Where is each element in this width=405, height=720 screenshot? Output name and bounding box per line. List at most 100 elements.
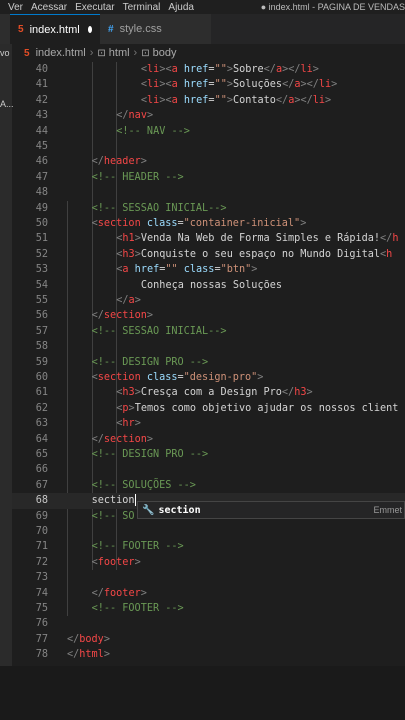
code-token: "btn" xyxy=(220,264,252,276)
line-number: 49 xyxy=(35,202,48,214)
menu-item-ver[interactable]: Ver xyxy=(8,2,23,13)
code-line[interactable]: 61 <h3>Cresça com a Design Pro</h3> xyxy=(12,385,405,400)
code-line[interactable]: 52 <h3>Conquiste o seu espaço no Mundo Di… xyxy=(12,247,405,262)
code-line[interactable]: 48 xyxy=(12,185,405,200)
code-line[interactable]: 62 <p>Temos como objetivo ajudar os nosso… xyxy=(12,401,405,416)
code-line[interactable]: 64 </section> xyxy=(12,432,405,447)
code-line[interactable]: 50 <section class="container-inicial"> xyxy=(12,216,405,231)
code-line[interactable]: 76 xyxy=(12,616,405,631)
code-token: footer xyxy=(103,587,141,599)
code-token: > xyxy=(134,556,141,568)
code-line[interactable]: 57 <!-- SESSAO INICIAL--> xyxy=(12,324,405,339)
line-number: 57 xyxy=(35,325,48,337)
breadcrumb-body[interactable]: body xyxy=(153,47,177,59)
code-line[interactable]: 42 <li><a href="">Contato</a></li> xyxy=(12,93,405,108)
code-line[interactable]: 66 xyxy=(12,462,405,477)
line-number: 44 xyxy=(35,125,48,137)
code-line[interactable]: 73 xyxy=(12,570,405,585)
code-line[interactable]: 72 <footer> xyxy=(12,555,405,570)
code-line[interactable]: 44 <!-- NAV --> xyxy=(12,124,405,139)
menu-item-acessar[interactable]: Acessar xyxy=(31,2,67,13)
code-token: Conheça nossas Soluções xyxy=(140,279,282,291)
code-token: > xyxy=(300,218,307,229)
menu-item-executar[interactable]: Executar xyxy=(75,2,114,13)
tag-icon: ⊡ xyxy=(141,47,150,59)
suggestion-label[interactable]: section xyxy=(158,505,200,516)
code-line[interactable]: 71 <!-- FOOTER --> xyxy=(12,539,405,554)
code-line[interactable]: 43 </nav> xyxy=(12,108,405,123)
code-line[interactable]: 40 <li><a href="">Sobre</a></li> xyxy=(12,62,405,77)
tab-label: style.css xyxy=(119,23,162,35)
code-token: Temos como objetivo ajudar os nossos cli… xyxy=(134,402,399,414)
breadcrumb-file[interactable]: index.html xyxy=(36,47,86,59)
code-token: </ xyxy=(67,633,80,645)
code-token: class xyxy=(140,372,178,383)
code-line[interactable]: 74 </footer> xyxy=(12,586,405,601)
line-number: 50 xyxy=(35,218,48,229)
code-line[interactable]: 59 <!-- DESIGN PRO --> xyxy=(12,355,405,370)
menu-item-terminal[interactable]: Terminal xyxy=(123,2,161,13)
menu-item-ajuda[interactable]: Ajuda xyxy=(168,2,194,13)
code-token: </ xyxy=(116,110,129,122)
code-token: > xyxy=(325,94,332,106)
code-line[interactable]: 78 </html> xyxy=(12,647,405,662)
line-number: 66 xyxy=(35,464,48,476)
chevron-right-icon: › xyxy=(133,47,138,59)
tab-index-html[interactable]: 5 index.html xyxy=(10,14,100,44)
line-number: 47 xyxy=(35,171,48,183)
code-token: li xyxy=(147,64,160,75)
code-line[interactable]: 75 <!-- FOOTER --> xyxy=(12,601,405,616)
code-line[interactable]: 46 </header> xyxy=(12,154,405,169)
code-text: <li><a href="">Soluções</a></li> xyxy=(141,77,337,92)
code-text: <h3>Conquiste o seu espaço no Mundo Digi… xyxy=(116,247,392,262)
menu-bar: Ver Acessar Executar Terminal Ajuda ● in… xyxy=(0,0,405,14)
code-token: "" xyxy=(214,94,227,106)
code-line[interactable]: 70 xyxy=(12,524,405,539)
tab-style-css[interactable]: # style.css xyxy=(100,14,211,44)
code-editor[interactable]: 40 <li><a href="">Sobre</a></li> 41 <li><a … xyxy=(12,62,405,666)
code-token: > xyxy=(140,156,147,168)
code-line[interactable]: 55 </a> xyxy=(12,293,405,308)
emmet-suggestion-popup[interactable]: 🔧 section Emmet xyxy=(137,501,405,519)
code-token: <!-- SESSAO INICIAL--> xyxy=(91,202,227,214)
code-text: </html> xyxy=(67,647,110,662)
code-line[interactable]: 45 xyxy=(12,139,405,154)
breadcrumb-html[interactable]: html xyxy=(109,47,130,59)
line-number: 55 xyxy=(35,295,48,306)
tab-overflow[interactable] xyxy=(0,14,10,44)
code-text: <!-- FOOTER --> xyxy=(92,539,184,554)
code-token: h xyxy=(392,233,399,245)
code-line[interactable]: 58 xyxy=(12,339,405,354)
code-line[interactable]: 47 <!-- HEADER --> xyxy=(12,170,405,185)
code-token: body xyxy=(79,633,104,645)
code-line[interactable]: 53 <a href="" class="btn"> xyxy=(12,262,405,277)
code-line[interactable]: 41 <li><a href="">Soluções</a></li> xyxy=(12,77,405,92)
html5-icon: 5 xyxy=(24,47,30,59)
code-line[interactable]: 67 <!-- SOLUÇÕES --> xyxy=(12,478,405,493)
code-line[interactable]: 77 </body> xyxy=(12,632,405,647)
line-number: 60 xyxy=(35,372,48,383)
code-line[interactable]: 49 <!-- SESSAO INICIAL--> xyxy=(12,201,405,216)
line-number: 78 xyxy=(35,649,48,661)
code-line[interactable]: 54 Conheça nossas Soluções xyxy=(12,278,405,293)
code-token: ></ xyxy=(294,94,313,106)
code-token: ></ xyxy=(282,64,301,75)
code-token: > xyxy=(312,64,319,75)
code-line[interactable]: 65 <!-- DESIGN PRO --> xyxy=(12,447,405,462)
code-line[interactable]: 51 <h1>Venda Na Web de Forma Simples e Rá… xyxy=(12,231,405,246)
code-token: header xyxy=(103,156,141,168)
unsaved-dot-icon[interactable] xyxy=(87,26,92,33)
code-text: </header> xyxy=(92,154,147,169)
line-number: 64 xyxy=(35,433,48,445)
line-number: 72 xyxy=(35,556,48,568)
line-number: 52 xyxy=(35,248,48,260)
code-text: </body> xyxy=(67,632,110,647)
code-token: h3 xyxy=(122,387,135,399)
code-line[interactable]: 60 <section class="design-pro"> xyxy=(12,370,405,385)
code-token: <!-- SESSAO INICIAL--> xyxy=(91,325,227,337)
code-text: <li><a href="">Sobre</a></li> xyxy=(141,62,319,77)
code-line[interactable]: 63 <hr> xyxy=(12,416,405,431)
code-text: <!-- SOLUÇÕES --> xyxy=(92,478,196,493)
code-line[interactable]: 56 </section> xyxy=(12,308,405,323)
line-number: 48 xyxy=(35,187,48,199)
